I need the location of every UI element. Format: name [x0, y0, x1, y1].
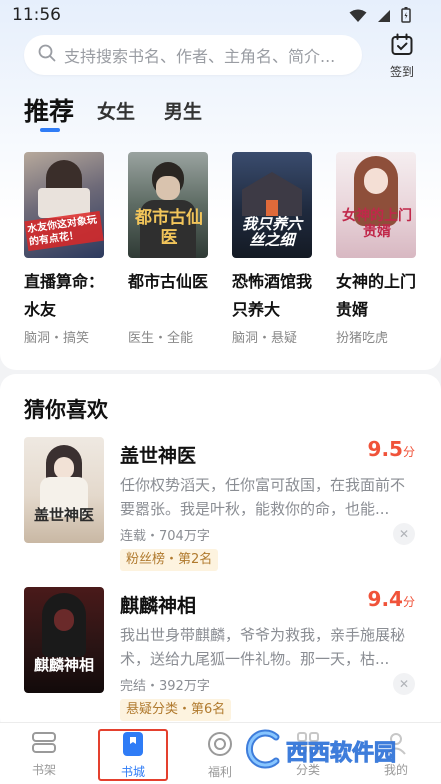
list-item[interactable]: 麒麟神相 麒麟神相 9.4分 我出世身带麒麟，爷爷为救我，亲手施展秘术，送给九尾…: [0, 587, 441, 727]
book-tags: 扮猪吃虎: [336, 331, 389, 346]
book-tags: 脑洞・搞笑: [24, 331, 90, 346]
watermark-text: 西西软件园: [285, 741, 397, 767]
book-title: 直播算命：水友: [24, 272, 105, 319]
book-description: 任你权势滔天，任你富可敌国，在我面前不要嚣张。我是叶秋，能救你的命，也能...: [120, 476, 406, 518]
status-icons: [349, 7, 411, 27]
close-icon: ✕: [398, 677, 410, 691]
list-item[interactable]: 盖世神医 盖世神医 9.5分 任你权势滔天，任你富可敌国，在我面前不要嚣张。我是…: [0, 437, 441, 577]
score-unit: 分: [402, 595, 415, 609]
target-icon: [207, 732, 233, 761]
score-unit: 分: [402, 445, 415, 459]
nav-highlight-box: [98, 729, 168, 781]
status-time: 11:56: [12, 5, 61, 25]
dismiss-button[interactable]: ✕: [393, 673, 415, 695]
search-input[interactable]: 支持搜索书名、作者、主角名、简介...: [24, 35, 362, 75]
tab-female[interactable]: 女生: [97, 97, 135, 124]
nav-bookshelf[interactable]: 书架: [14, 731, 74, 778]
search-icon: [38, 44, 56, 66]
book-title: 麒麟神相: [120, 595, 197, 617]
book-tags: 医生・全能: [128, 331, 194, 346]
book-cover: 麒麟神相: [24, 587, 104, 693]
battery-icon: [401, 7, 411, 27]
book-title: 都市古仙医: [128, 272, 209, 291]
book-cover: 都市古仙医: [128, 152, 208, 258]
dismiss-button[interactable]: ✕: [393, 523, 415, 545]
signal-icon: [377, 8, 391, 27]
score-value: 9.5: [367, 437, 403, 461]
book-meta: 连载・704万字: [120, 529, 210, 544]
book-meta: 完结・392万字: [120, 679, 210, 694]
book-tags: 脑洞・悬疑: [232, 331, 298, 346]
tab-active-indicator: [40, 128, 60, 132]
book-score: 9.4分: [368, 587, 415, 611]
recommended-book[interactable]: 水友你这对象玩的有点花！ 直播算命：水友 脑洞・搞笑: [24, 152, 106, 346]
book-title: 盖世神医: [120, 445, 197, 467]
recommended-book[interactable]: 我只养六丝之细 恐怖酒馆我只养大 脑洞・悬疑: [232, 152, 314, 346]
rank-badge: 悬疑分类・第6名: [120, 699, 232, 721]
recommended-book[interactable]: 都市古仙医 都市古仙医 医生・全能: [128, 152, 210, 346]
signin-button[interactable]: 签到: [384, 33, 420, 80]
cover-title: 我只养六丝之细: [241, 215, 302, 249]
book-title: 恐怖酒馆我只养大: [232, 272, 313, 319]
cover-title: 盖世神医: [33, 506, 94, 524]
watermark-logo: [240, 729, 284, 773]
wifi-icon: [349, 8, 367, 27]
calendar-check-icon: [390, 33, 414, 61]
score-value: 9.4: [367, 587, 403, 611]
search-placeholder: 支持搜索书名、作者、主角名、简介...: [64, 47, 336, 66]
book-cover: 我只养六丝之细: [232, 152, 312, 258]
tab-male[interactable]: 男生: [164, 97, 202, 124]
close-icon: ✕: [398, 527, 410, 541]
book-cover: 女神的上门贵婿: [336, 152, 416, 258]
book-description: 我出世身带麒麟，爷爷为救我，亲手施展秘术，送给九尾狐一件礼物。那一天，枯...: [120, 626, 406, 668]
book-title: 女神的上门贵婿: [336, 272, 417, 319]
cover-title: 麒麟神相: [33, 656, 94, 674]
book-cover: 盖世神医: [24, 437, 104, 543]
tab-recommend[interactable]: 推荐: [24, 92, 74, 128]
recommended-book[interactable]: 女神的上门贵婿 女神的上门贵婿 扮猪吃虎: [336, 152, 418, 346]
status-bar: 11:56: [0, 0, 441, 32]
signin-label: 签到: [389, 65, 414, 79]
nav-label: 书架: [31, 763, 56, 777]
cover-title: 女神的上门贵婿: [342, 208, 412, 240]
cover-title: 都市古仙医: [135, 208, 203, 248]
book-score: 9.5分: [368, 437, 415, 461]
watermark: 西西软件园: [240, 728, 430, 774]
section-title: 猜你喜欢: [24, 398, 108, 422]
book-cover: 水友你这对象玩的有点花！: [24, 152, 104, 258]
rank-badge: 粉丝榜・第2名: [120, 549, 219, 571]
bookshelf-icon: [31, 732, 57, 759]
